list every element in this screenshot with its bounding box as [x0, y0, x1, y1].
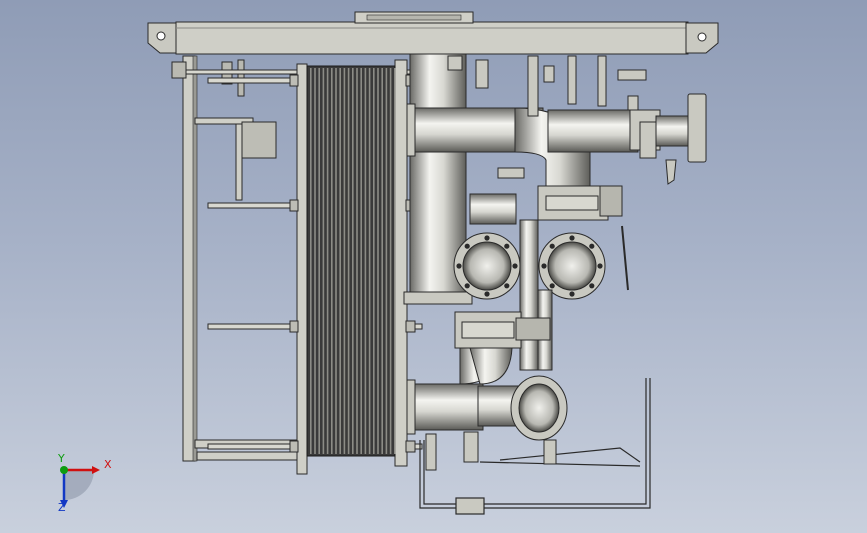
heat-exchanger-plate: [360, 68, 362, 454]
heat-exchanger-plate: [373, 68, 375, 454]
heat-exchanger-plate: [318, 68, 320, 454]
heat-exchanger-plate: [339, 68, 341, 454]
heat-exchanger-plate: [343, 68, 346, 454]
x-axis-label: X: [104, 458, 112, 471]
flange-bolt: [464, 243, 470, 249]
flange-bolt: [549, 243, 555, 249]
flange-bolt: [597, 263, 603, 269]
flange-bolt: [541, 263, 547, 269]
plate-pack: [306, 65, 396, 457]
triad-axes: [60, 466, 100, 508]
flange-bolt: [484, 235, 490, 241]
flange-bolt: [464, 283, 470, 289]
heat-exchanger-plate: [326, 68, 329, 454]
heat-exchanger-plate: [364, 68, 367, 454]
inlet-flange-right: [538, 232, 606, 300]
heat-exchanger-plate: [322, 68, 325, 454]
flange-bolt: [549, 283, 555, 289]
flange-bolt: [589, 243, 595, 249]
left-frame: [171, 55, 306, 462]
z-axis-label: Z: [58, 501, 66, 514]
heat-exchanger-plate: [389, 68, 392, 454]
flange-bolt: [504, 283, 510, 289]
cad-3d-viewport[interactable]: X Y Z: [0, 0, 867, 533]
flange-bolt: [484, 291, 490, 297]
y-axis-label: Y: [58, 452, 65, 465]
riser-pipe-left: [519, 219, 539, 371]
flange-bolt: [569, 291, 575, 297]
heat-exchanger-model[interactable]: [0, 0, 867, 533]
frame-plate: [394, 59, 408, 467]
inlet-flange-left: [453, 232, 521, 300]
view-orientation-triad: X Y Z: [44, 452, 124, 522]
heat-exchanger-plate: [352, 68, 354, 454]
heat-exchanger-plate: [356, 68, 358, 454]
heat-exchanger-plate: [314, 68, 316, 454]
flange-bolt: [512, 263, 518, 269]
heat-exchanger-plate: [385, 68, 388, 454]
side-nozzle: [469, 193, 517, 225]
flange-bolt: [569, 235, 575, 241]
heat-exchanger-plate: [368, 68, 371, 454]
heat-exchanger-plate: [377, 68, 379, 454]
heat-exchanger-plate: [310, 68, 312, 454]
heat-exchanger-plate: [394, 68, 396, 454]
heat-exchanger-plate: [381, 68, 383, 454]
top-frame-beam: [147, 11, 719, 55]
flange-bolt: [456, 263, 462, 269]
heat-exchanger-plate: [331, 68, 333, 454]
y-axis-dot: [60, 466, 68, 474]
pressure-plate: [296, 63, 308, 475]
flange-bolt: [589, 283, 595, 289]
flange-bolt: [504, 243, 510, 249]
heat-exchanger-plate: [347, 68, 350, 454]
heat-exchanger-plate: [335, 68, 337, 454]
